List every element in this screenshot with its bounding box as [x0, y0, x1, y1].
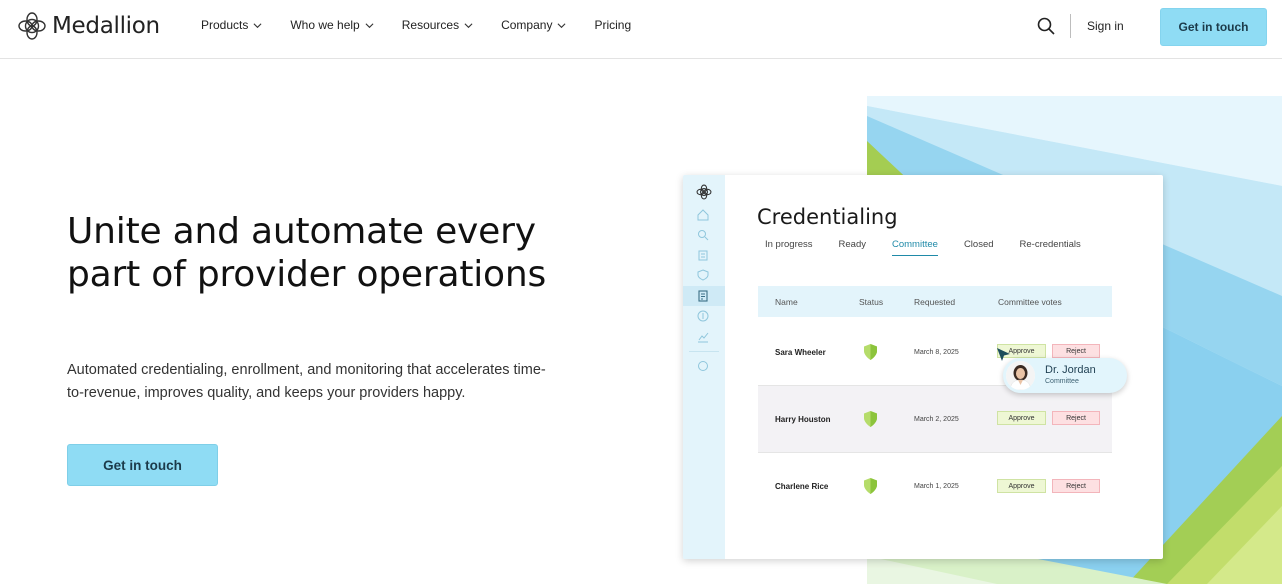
nav-divider	[1070, 14, 1071, 38]
tab-closed[interactable]: Closed	[964, 239, 994, 256]
nav-item-who-we-help[interactable]: Who we help	[290, 18, 374, 32]
hero-title: Unite and automate every part of provide…	[67, 211, 547, 295]
column-header-status: Status	[859, 297, 884, 307]
sign-in-link[interactable]: Sign in	[1087, 19, 1124, 33]
nav-item-label: Resources	[401, 18, 460, 32]
voter-name: Dr. Jordan	[1045, 364, 1096, 376]
app-sidebar	[683, 175, 725, 559]
status-tabs: In progress Ready Committee Closed Re-cr…	[765, 239, 1107, 256]
nav-item-label: Company	[501, 18, 553, 32]
table-row[interactable]: Harry Houston March 2, 2025 Approve Reje…	[758, 386, 1112, 452]
get-in-touch-hero-button[interactable]: Get in touch	[67, 444, 218, 486]
verified-shield-icon	[864, 411, 877, 427]
chart-icon[interactable]	[696, 330, 710, 344]
column-header-requested: Requested	[914, 297, 956, 307]
approve-button[interactable]: Approve	[997, 479, 1046, 493]
reject-button[interactable]: Reject	[1052, 411, 1100, 425]
tab-in-progress[interactable]: In progress	[765, 239, 813, 256]
nav-item-company[interactable]: Company	[501, 18, 566, 32]
tab-re-credentials[interactable]: Re-credentials	[1020, 239, 1081, 256]
medallion-logo-icon	[696, 184, 712, 200]
verified-shield-icon	[864, 344, 877, 360]
table-header: Name Status Requested Committee votes	[758, 286, 1112, 317]
nav-item-resources[interactable]: Resources	[402, 18, 473, 32]
provider-name: Charlene Rice	[775, 482, 829, 491]
nav-links: Products Who we help Resources Company P…	[201, 18, 659, 32]
hero-subtitle: Automated credentialing, enrollment, and…	[67, 362, 546, 401]
tab-committee[interactable]: Committee	[892, 239, 938, 256]
nav-item-label: Who we help	[290, 18, 360, 32]
verified-shield-icon	[864, 478, 877, 494]
tab-ready[interactable]: Ready	[839, 239, 866, 256]
chevron-down-icon	[253, 22, 262, 28]
column-header-name: Name	[775, 297, 798, 307]
nav-item-products[interactable]: Products	[201, 18, 262, 32]
search-user-icon[interactable]	[696, 228, 710, 242]
brand-logo[interactable]: Medallion	[17, 11, 160, 41]
nav-item-label: Pricing	[594, 18, 632, 32]
sidebar-separator	[689, 351, 719, 352]
credential-document-icon[interactable]	[696, 289, 710, 303]
reject-button[interactable]: Reject	[1052, 479, 1100, 493]
reject-button[interactable]: Reject	[1052, 344, 1100, 358]
requested-date: March 8, 2025	[914, 349, 959, 356]
table-row[interactable]: Charlene Rice March 1, 2025 Approve Reje…	[758, 453, 1112, 519]
requested-date: March 2, 2025	[914, 416, 959, 423]
doctor-avatar-icon	[1006, 361, 1035, 390]
chevron-down-icon	[557, 22, 566, 28]
nav-item-pricing[interactable]: Pricing	[594, 18, 631, 32]
nav-item-label: Products	[201, 18, 249, 32]
committee-vote-card: Dr. Jordan Committee	[1003, 358, 1127, 393]
get-in-touch-nav-button[interactable]: Get in touch	[1160, 8, 1267, 46]
voter-role: Committee	[1045, 378, 1079, 385]
medallion-logo-icon	[18, 12, 46, 40]
dollar-icon[interactable]	[696, 309, 710, 323]
provider-name: Sara Wheeler	[775, 348, 826, 357]
shield-icon[interactable]	[696, 268, 710, 282]
chat-icon[interactable]	[696, 359, 710, 373]
column-header-committee-votes: Committee votes	[998, 297, 1062, 307]
building-icon[interactable]	[696, 248, 710, 262]
app-title: Credentialing	[757, 205, 898, 229]
approve-button[interactable]: Approve	[997, 411, 1046, 425]
search-icon[interactable]	[1037, 17, 1055, 35]
brand-name: Medallion	[52, 13, 160, 39]
avatar	[1006, 361, 1035, 390]
provider-name: Harry Houston	[775, 415, 831, 424]
requested-date: March 1, 2025	[914, 483, 959, 490]
home-icon[interactable]	[696, 208, 710, 222]
chevron-down-icon	[365, 22, 374, 28]
chevron-down-icon	[464, 22, 473, 28]
top-nav: Medallion Products Who we help Resources…	[0, 0, 1282, 59]
